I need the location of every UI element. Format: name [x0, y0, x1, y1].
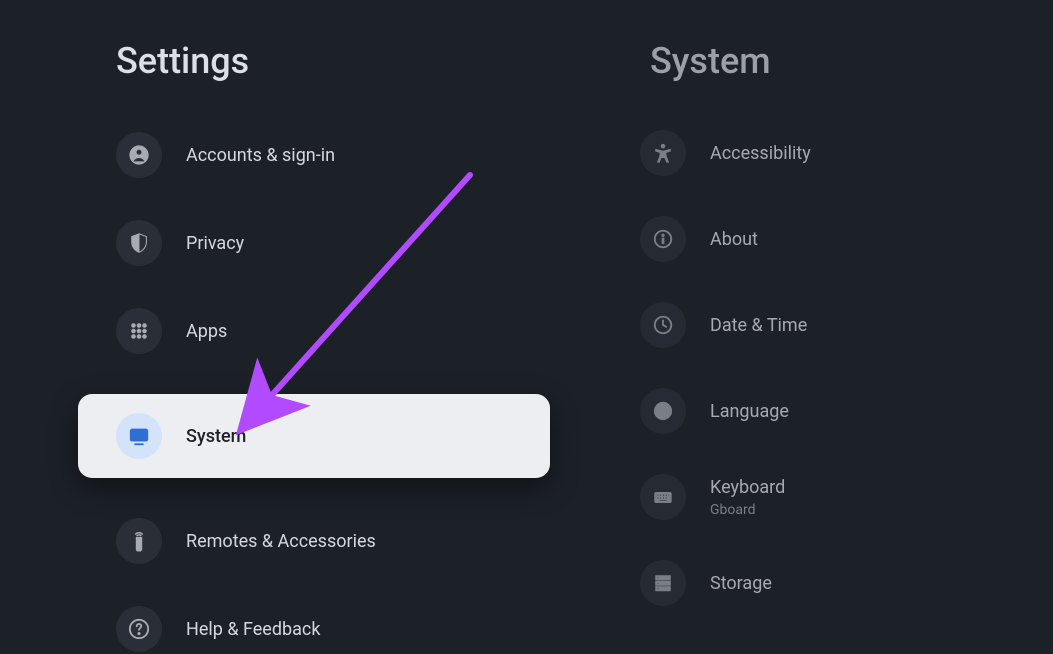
storage-icon: [640, 560, 686, 606]
menu-item-remotes[interactable]: Remotes & Accessories: [0, 516, 640, 566]
menu-item-accounts[interactable]: Accounts & sign-in: [0, 130, 640, 180]
apps-icon: [116, 308, 162, 354]
shield-icon: [116, 220, 162, 266]
account-icon: [116, 132, 162, 178]
keyboard-icon: [640, 474, 686, 520]
system-item-label: Storage: [710, 573, 772, 594]
menu-item-apps[interactable]: Apps: [0, 306, 640, 356]
system-item-label: Language: [710, 401, 789, 422]
system-item-storage[interactable]: Storage: [640, 560, 1053, 606]
system-item-label: Keyboard: [710, 477, 785, 498]
system-menu: Accessibility About Date & Time Language: [640, 130, 1053, 606]
page-title-settings: Settings: [116, 40, 640, 82]
help-icon: [116, 606, 162, 652]
system-item-sublabel: Gboard: [710, 502, 785, 518]
menu-label: Privacy: [186, 233, 244, 254]
accessibility-icon: [640, 130, 686, 176]
menu-label: System: [186, 426, 246, 447]
system-item-label: About: [710, 229, 758, 250]
clock-icon: [640, 302, 686, 348]
menu-label: Remotes & Accessories: [186, 531, 376, 552]
menu-item-help[interactable]: Help & Feedback: [0, 604, 640, 654]
system-item-about[interactable]: About: [640, 216, 1053, 262]
globe-icon: [640, 388, 686, 434]
monitor-icon: [116, 413, 162, 459]
settings-menu: Accounts & sign-in Privacy Apps System: [0, 130, 640, 654]
system-item-language[interactable]: Language: [640, 388, 1053, 434]
remote-icon: [116, 518, 162, 564]
system-item-label: Date & Time: [710, 315, 807, 336]
system-item-datetime[interactable]: Date & Time: [640, 302, 1053, 348]
system-item-keyboard[interactable]: Keyboard Gboard: [640, 474, 1053, 520]
menu-label: Help & Feedback: [186, 619, 320, 640]
info-icon: [640, 216, 686, 262]
menu-item-privacy[interactable]: Privacy: [0, 218, 640, 268]
menu-item-system[interactable]: System: [78, 394, 550, 478]
system-item-label: Accessibility: [710, 143, 811, 164]
menu-label: Apps: [186, 321, 227, 342]
page-title-system: System: [650, 40, 1053, 82]
menu-label: Accounts & sign-in: [186, 145, 335, 166]
system-item-accessibility[interactable]: Accessibility: [640, 130, 1053, 176]
